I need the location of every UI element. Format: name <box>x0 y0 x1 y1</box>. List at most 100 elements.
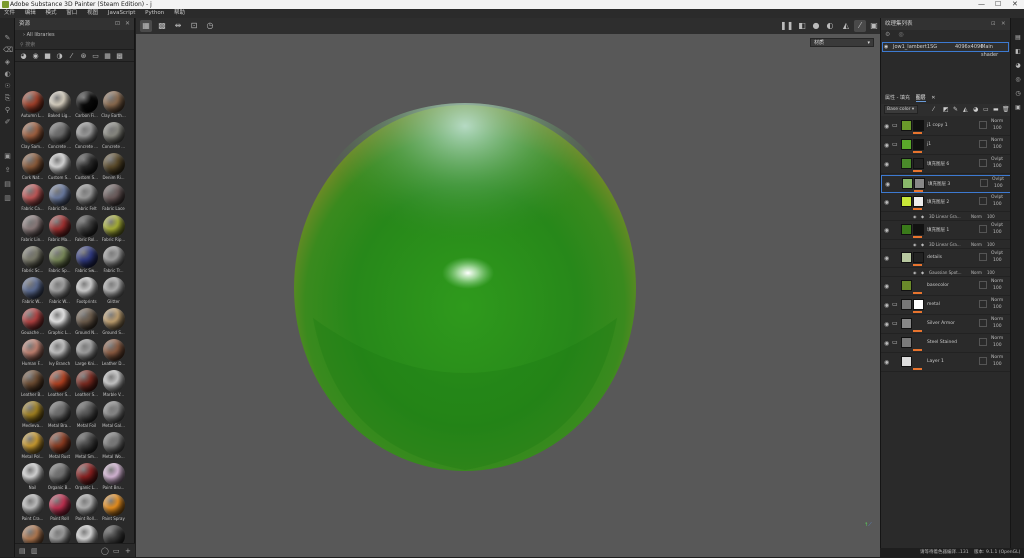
close-button[interactable]: ✕ <box>1012 0 1018 9</box>
material-tile[interactable]: Fabric De... <box>46 184 73 212</box>
effect-opacity[interactable]: 100 <box>987 241 995 249</box>
material-tile[interactable]: Gouache ... <box>19 308 46 336</box>
folder-icon[interactable]: ▭ <box>892 301 898 308</box>
layer-checkbox[interactable] <box>979 225 987 233</box>
effect-blend[interactable]: Norm <box>971 213 982 221</box>
mask-thumbnail[interactable] <box>913 196 924 207</box>
material-tile[interactable]: Fabric W... <box>19 277 46 305</box>
layer-row[interactable]: ◉ ▭ j1 Norm 100 <box>881 137 1011 155</box>
effect-opacity[interactable]: 100 <box>987 269 995 277</box>
material-tile[interactable]: Leather B... <box>19 370 46 398</box>
view-mode-select[interactable]: 材质 ▾ <box>810 38 874 47</box>
opacity-value[interactable]: 100 <box>993 343 1002 348</box>
opacity-value[interactable]: 100 <box>994 184 1003 189</box>
material-tile[interactable]: Paint Cra... <box>19 494 46 522</box>
eye-icon[interactable]: ◉ <box>884 359 889 366</box>
material-tile[interactable]: Organic L... <box>73 463 100 491</box>
add-folder-icon[interactable]: ▭ <box>983 104 989 116</box>
material-tile[interactable]: Custom S... <box>73 153 100 181</box>
material-tile[interactable]: Metal Foil <box>73 401 100 429</box>
layer-row[interactable]: ◉ ▭ Silver Armor Norm 100 <box>881 316 1011 334</box>
mask-thumbnail[interactable] <box>913 299 924 310</box>
material-tile[interactable]: Fabric Felt <box>73 184 100 212</box>
material-tile[interactable]: Paint Bru... <box>100 463 127 491</box>
effect-blend[interactable]: Norm <box>971 241 982 249</box>
camera-align-icon[interactable]: ⊡ <box>188 20 200 32</box>
material-tile[interactable]: Ivy Branch <box>46 339 73 367</box>
material-tile[interactable]: Leather D... <box>100 339 127 367</box>
mask-thumbnail[interactable] <box>914 178 925 189</box>
blend-mode[interactable]: Norm <box>991 279 1003 284</box>
eye-icon[interactable]: ◉ <box>913 269 917 277</box>
eye-icon[interactable]: ◉ <box>884 142 889 149</box>
layer-checkbox[interactable] <box>979 281 987 289</box>
material-tile[interactable]: Fabric Sp... <box>46 246 73 274</box>
material-tile[interactable]: Fabric Tr... <box>100 246 127 274</box>
particles-filter-icon[interactable]: ⊛ <box>79 52 88 60</box>
paint-brush-icon[interactable]: ✎ <box>3 34 12 43</box>
opacity-value[interactable]: 100 <box>993 324 1002 329</box>
textures-filter-icon[interactable]: ■ <box>43 52 52 60</box>
blend-mode[interactable]: Ovlpt <box>991 195 1003 200</box>
layer-checkbox[interactable] <box>979 253 987 261</box>
eye-icon[interactable]: ◉ <box>884 340 889 347</box>
layer-row[interactable]: ◉ details Ovlpt 100 <box>881 250 1011 268</box>
material-tile[interactable]: Human F... <box>19 339 46 367</box>
material-tile[interactable]: Leather S... <box>73 370 100 398</box>
tree-view-icon[interactable]: ▤ <box>19 544 26 558</box>
material-tile[interactable]: Paint Roll <box>46 494 73 522</box>
material-tile[interactable]: Denim Ri... <box>100 153 127 181</box>
material-tile[interactable]: Metal Rust <box>46 432 73 460</box>
layer-checkbox[interactable] <box>980 179 988 187</box>
layer-row[interactable]: ◉ basecolor Norm 100 <box>881 278 1011 296</box>
material-tile[interactable]: Metal Bra... <box>46 401 73 429</box>
layer-checkbox[interactable] <box>979 300 987 308</box>
opacity-value[interactable]: 100 <box>993 258 1002 263</box>
opacity-value[interactable]: 100 <box>993 202 1002 207</box>
tools-filter-icon[interactable]: ▦ <box>103 52 112 60</box>
mask-thumbnail[interactable] <box>913 120 924 131</box>
material-tile[interactable]: Clay Earth... <box>100 91 127 119</box>
document-icon[interactable]: ▥ <box>3 194 12 203</box>
material-tile[interactable]: Large Kni... <box>73 339 100 367</box>
tab-layers[interactable]: 图层 <box>915 95 926 102</box>
eye-icon[interactable]: ◉ <box>913 241 917 249</box>
history-dock-icon[interactable]: ◷ <box>1014 90 1022 98</box>
close-tab-icon[interactable]: ✕ <box>931 95 935 101</box>
material-tile[interactable]: Paint Roll... <box>73 494 100 522</box>
layer-checkbox[interactable] <box>979 338 987 346</box>
layer-checkbox[interactable] <box>979 121 987 129</box>
split-view-icon[interactable]: ▩ <box>156 20 168 32</box>
material-tile[interactable]: Medieva... <box>19 401 46 429</box>
blend-mode[interactable]: Ovlpt <box>991 251 1003 256</box>
paint-mode-icon[interactable]: ⁄ <box>854 20 866 32</box>
material-tile[interactable]: Organic B... <box>46 463 73 491</box>
add-icon[interactable]: + <box>125 544 131 558</box>
blend-mode[interactable]: Ovlpt <box>992 177 1004 182</box>
pin-icon[interactable]: ⊡ <box>991 18 996 30</box>
layer-row[interactable]: ◉ ▭ j1 copy 1 Norm 100 <box>881 118 1011 136</box>
layer-row[interactable]: ◉ Layer 1 Norm 100 <box>881 354 1011 372</box>
material-tile[interactable]: Nail <box>19 463 46 491</box>
material-tile[interactable]: Carbon Fi... <box>73 91 100 119</box>
effect-row[interactable]: ◉ ◆ 3D Linear Gra... Norm 100 <box>881 241 1011 249</box>
eye-icon[interactable]: ◉ <box>884 321 889 328</box>
menu-window[interactable]: 窗口 <box>66 10 77 16</box>
opacity-value[interactable]: 100 <box>993 164 1002 169</box>
delete-icon[interactable]: 🗑 <box>1002 104 1010 116</box>
material-tile[interactable]: Graphic L... <box>46 308 73 336</box>
add-smart-icon[interactable]: ◕ <box>973 104 978 116</box>
search-input[interactable]: ⚲ 搜索 <box>15 40 134 50</box>
tab-properties[interactable]: 属性 - 填充 <box>885 95 910 101</box>
materials-filter-icon[interactable]: ◕ <box>19 52 28 60</box>
blend-mode[interactable]: Norm <box>991 119 1003 124</box>
close-panel-icon[interactable]: ✕ <box>1001 18 1006 30</box>
texture-set-row[interactable]: ◉ Jow1_lambert1SG 4096x4096 Main shader <box>882 42 1009 58</box>
folder-icon[interactable]: ▭ <box>892 122 898 129</box>
opacity-value[interactable]: 100 <box>993 362 1002 367</box>
opacity-value[interactable]: 100 <box>993 230 1002 235</box>
menu-file[interactable]: 文件 <box>4 10 15 16</box>
channel-select[interactable]: Base color ▾ <box>884 105 918 114</box>
material-tile[interactable]: Cork Nat... <box>19 153 46 181</box>
eye-icon[interactable]: ◉ <box>884 255 889 262</box>
